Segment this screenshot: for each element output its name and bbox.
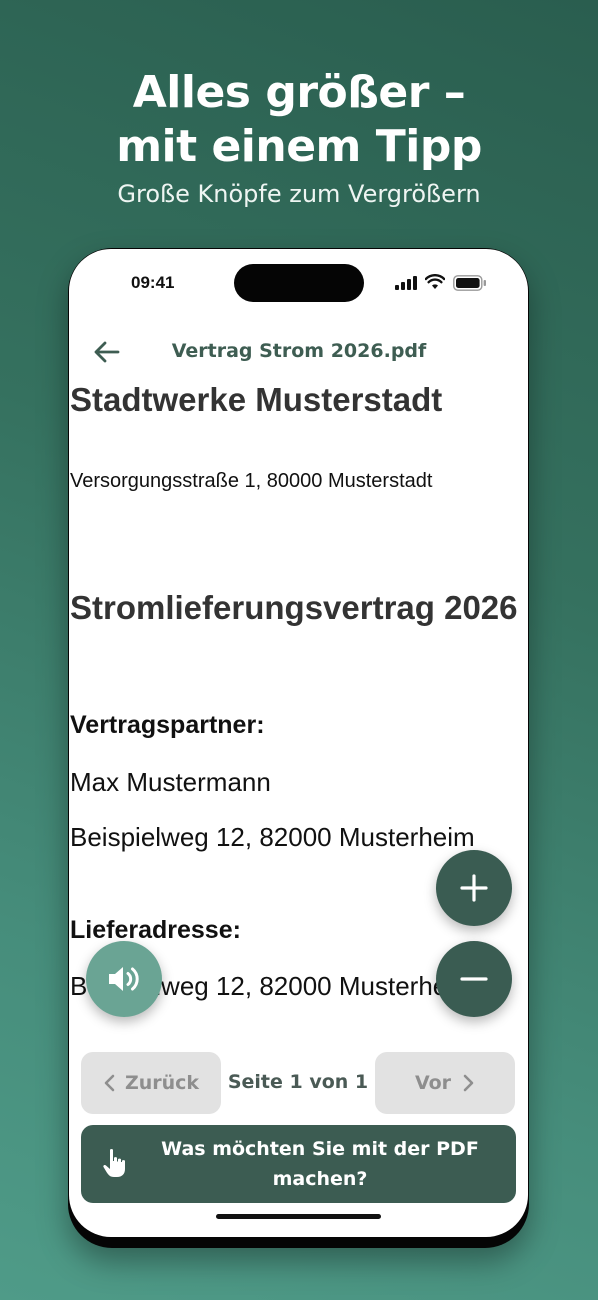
arrow-left-icon xyxy=(94,341,120,363)
document-title: Vertrag Strom 2026.pdf xyxy=(171,340,427,362)
promo-title-line-1: Alles größer – xyxy=(132,67,466,118)
signal-icon xyxy=(395,276,417,290)
zoom-in-button[interactable] xyxy=(436,850,512,926)
pdf-actions-label: Was möchten Sie mit der PDF machen? xyxy=(161,1138,479,1190)
pdf-actions-button[interactable]: Was möchten Sie mit der PDF machen? xyxy=(81,1125,516,1203)
back-button[interactable] xyxy=(89,335,123,369)
doc-partner-label: Vertragspartner: xyxy=(70,711,265,739)
doc-partner-name: Max Mustermann xyxy=(70,767,271,797)
read-aloud-button[interactable] xyxy=(86,941,162,1017)
status-time: 09:41 xyxy=(131,273,175,292)
speaker-icon xyxy=(109,967,139,991)
promo-subtitle: Große Knöpfe zum Vergrößern xyxy=(117,180,481,208)
doc-delivery-label: Lieferadresse: xyxy=(70,916,241,944)
phone-frame: Stadtwerke Musterstadt Versorgungsstraße… xyxy=(68,248,529,1248)
next-page-label: Vor xyxy=(414,1072,452,1094)
previous-page-button[interactable]: Zurück xyxy=(81,1052,221,1114)
previous-page-label: Zurück xyxy=(124,1072,200,1094)
doc-company-name: Stadtwerke Musterstadt xyxy=(70,381,443,418)
doc-partner-street: Beispielweg 12, 82000 Musterheim xyxy=(70,822,475,852)
home-indicator xyxy=(216,1214,381,1219)
doc-heading: Stromlieferungsvertrag 2026 xyxy=(70,589,518,626)
plus-icon xyxy=(460,874,488,902)
dynamic-island xyxy=(234,264,364,302)
hand-pointer-icon xyxy=(103,1148,125,1177)
chevron-left-icon xyxy=(104,1074,115,1092)
battery-icon xyxy=(453,275,486,291)
next-page-button[interactable]: Vor xyxy=(375,1052,515,1114)
chevron-right-icon xyxy=(463,1074,474,1092)
promo-title: Alles größer – mit einem Tipp xyxy=(0,66,598,174)
minus-icon xyxy=(460,977,488,981)
page-indicator: Seite 1 von 1 xyxy=(227,1071,369,1093)
promo-title-line-2: mit einem Tipp xyxy=(116,121,482,172)
phone-screen: Stadtwerke Musterstadt Versorgungsstraße… xyxy=(69,249,528,1237)
wifi-icon xyxy=(425,274,445,289)
zoom-out-button[interactable] xyxy=(436,941,512,1017)
doc-company-address: Versorgungsstraße 1, 80000 Musterstadt xyxy=(70,470,433,492)
